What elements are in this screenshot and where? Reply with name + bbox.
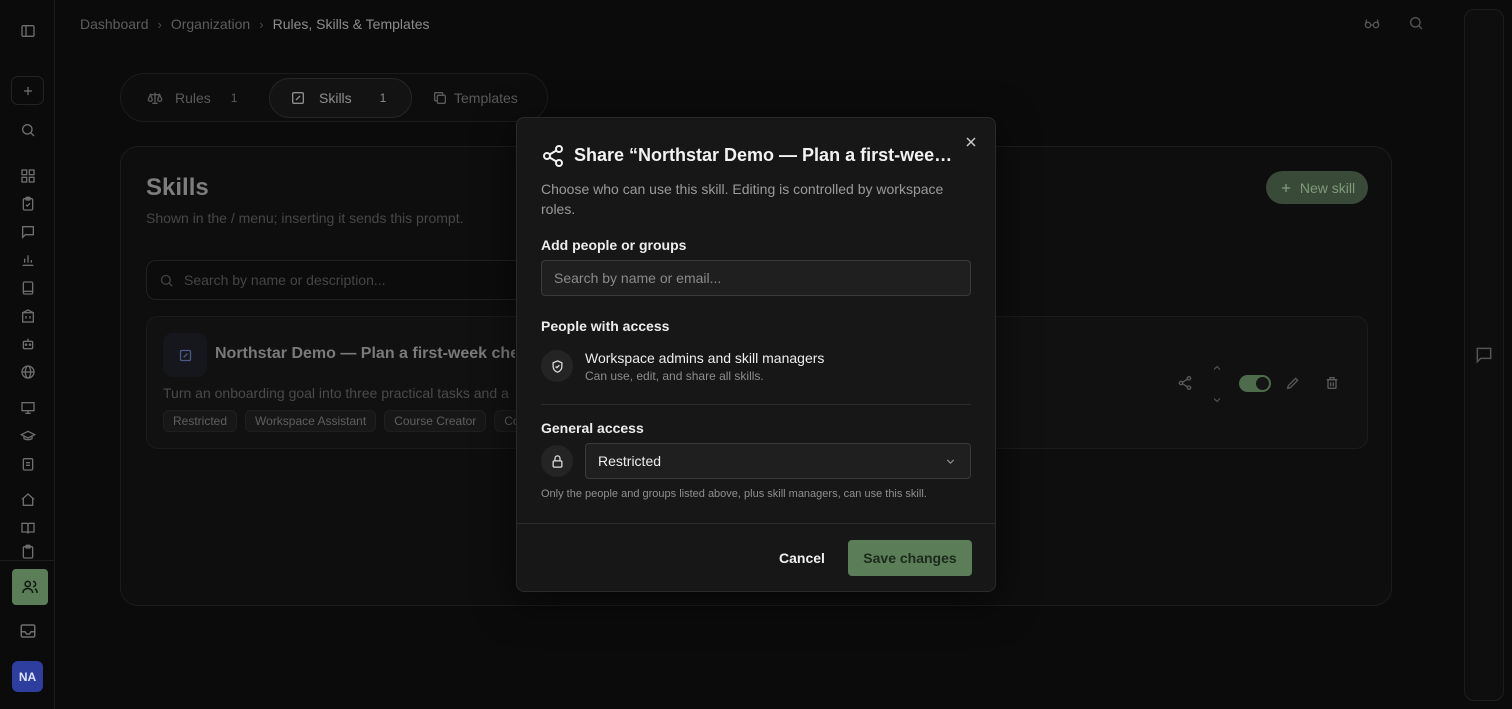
close-icon[interactable] [963, 134, 979, 150]
copy-icon [434, 92, 446, 104]
skill-search-input[interactable]: Search by name or description... [146, 260, 546, 300]
graduation-cap-icon[interactable] [17, 425, 39, 447]
skill-title: Northstar Demo — Plan a first-week check… [215, 345, 515, 362]
search-icon [160, 274, 173, 287]
sidebar-divider [0, 560, 55, 561]
chart-icon[interactable] [17, 249, 39, 271]
open-book-icon[interactable] [17, 517, 39, 539]
edit-square-icon [292, 92, 304, 104]
inbox-icon[interactable] [17, 620, 39, 642]
new-skill-label: New skill [1299, 179, 1356, 196]
right-rail [1464, 9, 1504, 701]
tab-bar: Rules 1 Skills 1 Templates [120, 73, 548, 122]
edit-square-icon [163, 333, 207, 377]
glasses-icon[interactable] [1364, 15, 1380, 31]
skill-search-placeholder: Search by name or description... [184, 272, 386, 288]
page-title: Skills [146, 174, 209, 201]
search-icon[interactable] [1408, 15, 1424, 31]
divider [541, 404, 971, 405]
new-skill-button[interactable]: New skill [1266, 171, 1368, 204]
breadcrumb-dashboard[interactable]: Dashboard [80, 16, 149, 32]
tab-rules[interactable]: Rules 1 [135, 78, 267, 118]
general-access-label: General access [541, 420, 644, 436]
skill-actions [1177, 365, 1357, 403]
general-access-value: Restricted [598, 453, 662, 469]
tab-templates[interactable]: Templates [421, 78, 541, 118]
lock-icon [541, 445, 573, 477]
dialog-description: Choose who can use this skill. Editing i… [541, 181, 944, 217]
building-icon[interactable] [17, 305, 39, 327]
chevron-right-icon: › [259, 16, 264, 32]
clipboard-list-icon[interactable] [17, 453, 39, 475]
sidebar-item-organization[interactable] [12, 569, 48, 605]
message-icon[interactable] [17, 221, 39, 243]
general-access-select[interactable]: Restricted [585, 443, 971, 479]
tag: Course Creator [384, 410, 487, 432]
search-icon[interactable] [17, 119, 39, 141]
users-icon [22, 580, 38, 594]
footer-divider [517, 523, 995, 524]
breadcrumb-current: Rules, Skills & Templates [272, 16, 430, 32]
scale-icon [147, 92, 163, 104]
avatar[interactable]: NA [12, 661, 43, 692]
home-icon[interactable] [17, 489, 39, 511]
book-icon[interactable] [17, 277, 39, 299]
tab-rules-label: Rules [175, 90, 211, 106]
sidebar-toggle-icon[interactable] [17, 20, 39, 42]
robot-icon[interactable] [17, 333, 39, 355]
tab-skills-label: Skills [319, 90, 352, 106]
chevron-up-icon[interactable] [1211, 362, 1223, 374]
save-changes-button[interactable]: Save changes [848, 540, 972, 576]
share-dialog: Share “Northstar Demo — Plan a first-wee… [516, 117, 996, 592]
tab-templates-label: Templates [454, 90, 518, 106]
tab-skills-count: 1 [379, 91, 387, 105]
plus-icon [1281, 183, 1290, 192]
share-icon [541, 144, 565, 168]
shield-check-icon [541, 350, 573, 382]
globe-icon[interactable] [17, 361, 39, 383]
skill-description: Turn an onboarding goal into three pract… [163, 385, 509, 401]
breadcrumb: Dashboard › Organization › Rules, Skills… [80, 15, 430, 33]
trash-icon[interactable] [1324, 375, 1340, 391]
chevron-down-icon [944, 455, 957, 468]
cancel-button[interactable]: Cancel [767, 540, 837, 576]
chat-bubble-icon[interactable] [1474, 345, 1494, 365]
access-entry-description: Can use, edit, and share all skills. [585, 369, 764, 383]
tab-rules-count: 1 [230, 91, 238, 105]
tag: Workspace Assistant [245, 410, 377, 432]
access-entry-name: Workspace admins and skill managers [585, 350, 825, 366]
clipboard-icon[interactable] [17, 544, 39, 560]
skill-enabled-toggle[interactable] [1239, 375, 1271, 392]
presentation-icon[interactable] [17, 397, 39, 419]
add-people-input[interactable] [541, 260, 971, 296]
dialog-title: Share “Northstar Demo — Plan a first-wee… [574, 145, 954, 165]
sidebar: NA [0, 0, 55, 709]
breadcrumb-organization[interactable]: Organization [171, 16, 250, 32]
new-chat-button[interactable] [11, 76, 44, 105]
chevron-down-icon[interactable] [1211, 394, 1223, 406]
tag: Restricted [163, 410, 238, 432]
share-icon[interactable] [1177, 375, 1193, 391]
clipboard-check-icon[interactable] [17, 193, 39, 215]
grid-icon[interactable] [17, 165, 39, 187]
people-access-label: People with access [541, 318, 670, 334]
skill-tags: Restricted Workspace Assistant Course Cr… [163, 410, 519, 432]
chevron-right-icon: › [157, 16, 162, 32]
general-access-help: Only the people and groups listed above,… [541, 488, 927, 500]
page-subtitle: Shown in the / menu; inserting it sends … [146, 210, 464, 226]
tab-skills[interactable]: Skills 1 [269, 78, 412, 118]
add-people-label: Add people or groups [541, 237, 687, 253]
pencil-icon[interactable] [1285, 375, 1301, 391]
